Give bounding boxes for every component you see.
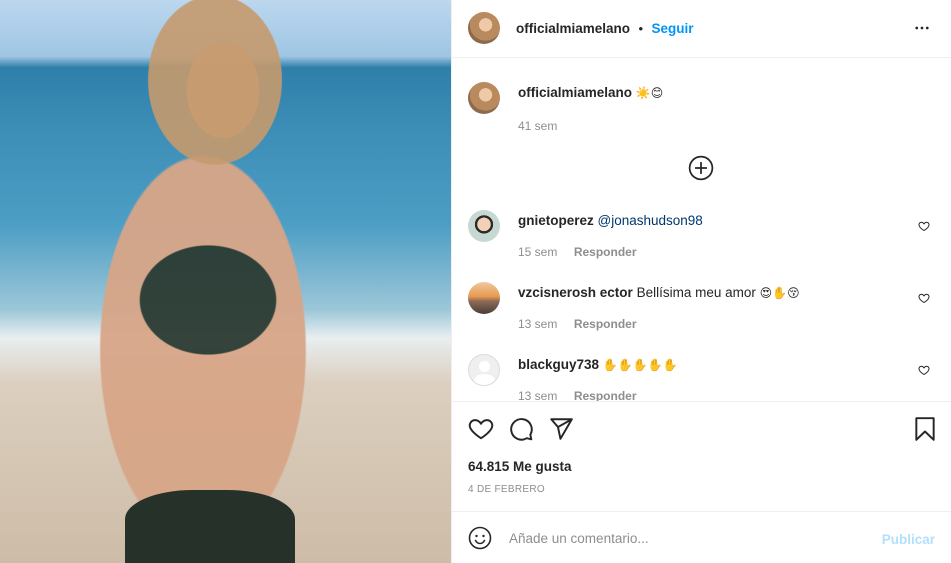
- comment-composer: Publicar: [452, 511, 951, 563]
- comment-username[interactable]: blackguy738: [518, 357, 599, 372]
- comment-like-icon[interactable]: [918, 292, 930, 304]
- comment-avatar[interactable]: [468, 282, 500, 314]
- caption-time[interactable]: 41 sem: [518, 119, 557, 133]
- header-user-line: officialmiamelano • Seguir: [516, 20, 694, 38]
- comment-avatar[interactable]: [468, 210, 500, 242]
- emoji-picker-icon[interactable]: [468, 526, 492, 550]
- comment-like-icon[interactable]: [918, 220, 930, 232]
- comment-time[interactable]: 13 sem: [518, 317, 557, 331]
- comment-username[interactable]: gnietoperez: [518, 213, 594, 228]
- comment-meta: 13 sem Responder: [518, 387, 637, 401]
- owner-username[interactable]: officialmiamelano: [516, 21, 630, 36]
- follow-button[interactable]: Seguir: [652, 21, 694, 36]
- caption-username[interactable]: officialmiamelano: [518, 85, 632, 100]
- comment-avatar[interactable]: [468, 354, 500, 386]
- comments-section[interactable]: officialmiamelano ☀️😊 41 sem gnietoperez…: [452, 59, 951, 401]
- comment-mention[interactable]: @jonashudson98: [598, 213, 703, 228]
- reply-button[interactable]: Responder: [574, 317, 637, 331]
- likes-count[interactable]: 64.815 Me gusta: [468, 459, 572, 474]
- comment-text: vzcisnerosh ector Bellísima meu amor 😍✋😚: [518, 284, 800, 302]
- comment-body: Bellísima meu amor: [636, 285, 756, 300]
- more-options-icon[interactable]: [913, 19, 931, 37]
- comment-time[interactable]: 13 sem: [518, 389, 557, 401]
- header-separator: •: [638, 21, 644, 36]
- comment-text: gnietoperez @jonashudson98: [518, 212, 703, 230]
- share-paper-plane-icon[interactable]: [548, 416, 574, 442]
- comment-time[interactable]: 15 sem: [518, 245, 557, 259]
- reply-button[interactable]: Responder: [574, 245, 637, 259]
- comment-input[interactable]: [507, 526, 871, 550]
- comment-like-icon[interactable]: [918, 364, 930, 376]
- comment-emojis: ✋✋✋✋✋: [602, 358, 678, 372]
- photo-swimwear: [125, 490, 295, 563]
- comment-username[interactable]: vzcisnerosh ector: [518, 285, 633, 300]
- caption-emojis: ☀️😊: [635, 86, 664, 100]
- caption-meta: 41 sem: [518, 117, 557, 135]
- post-photo[interactable]: [0, 0, 451, 563]
- save-bookmark-icon[interactable]: [912, 416, 938, 442]
- post-header: officialmiamelano • Seguir: [452, 0, 951, 58]
- like-heart-icon[interactable]: [468, 416, 494, 442]
- comment-meta: 13 sem Responder: [518, 315, 637, 333]
- comment-emojis: 😍✋😚: [759, 286, 800, 300]
- comment-text: blackguy738 ✋✋✋✋✋: [518, 356, 678, 374]
- post-panel: officialmiamelano • Seguir officialmiame…: [452, 0, 951, 563]
- post-date: 4 DE FEBRERO: [468, 484, 545, 495]
- owner-avatar[interactable]: [468, 12, 500, 44]
- load-more-comments-icon[interactable]: [688, 155, 714, 181]
- comment-meta: 15 sem Responder: [518, 243, 637, 261]
- photo-hair: [120, 0, 310, 220]
- caption-avatar[interactable]: [468, 82, 500, 114]
- reply-button[interactable]: Responder: [574, 389, 637, 401]
- post-actions: 64.815 Me gusta 4 DE FEBRERO: [452, 401, 951, 511]
- comment-bubble-icon[interactable]: [508, 416, 534, 442]
- publish-button[interactable]: Publicar: [882, 532, 935, 547]
- caption-text: officialmiamelano ☀️😊: [518, 84, 663, 102]
